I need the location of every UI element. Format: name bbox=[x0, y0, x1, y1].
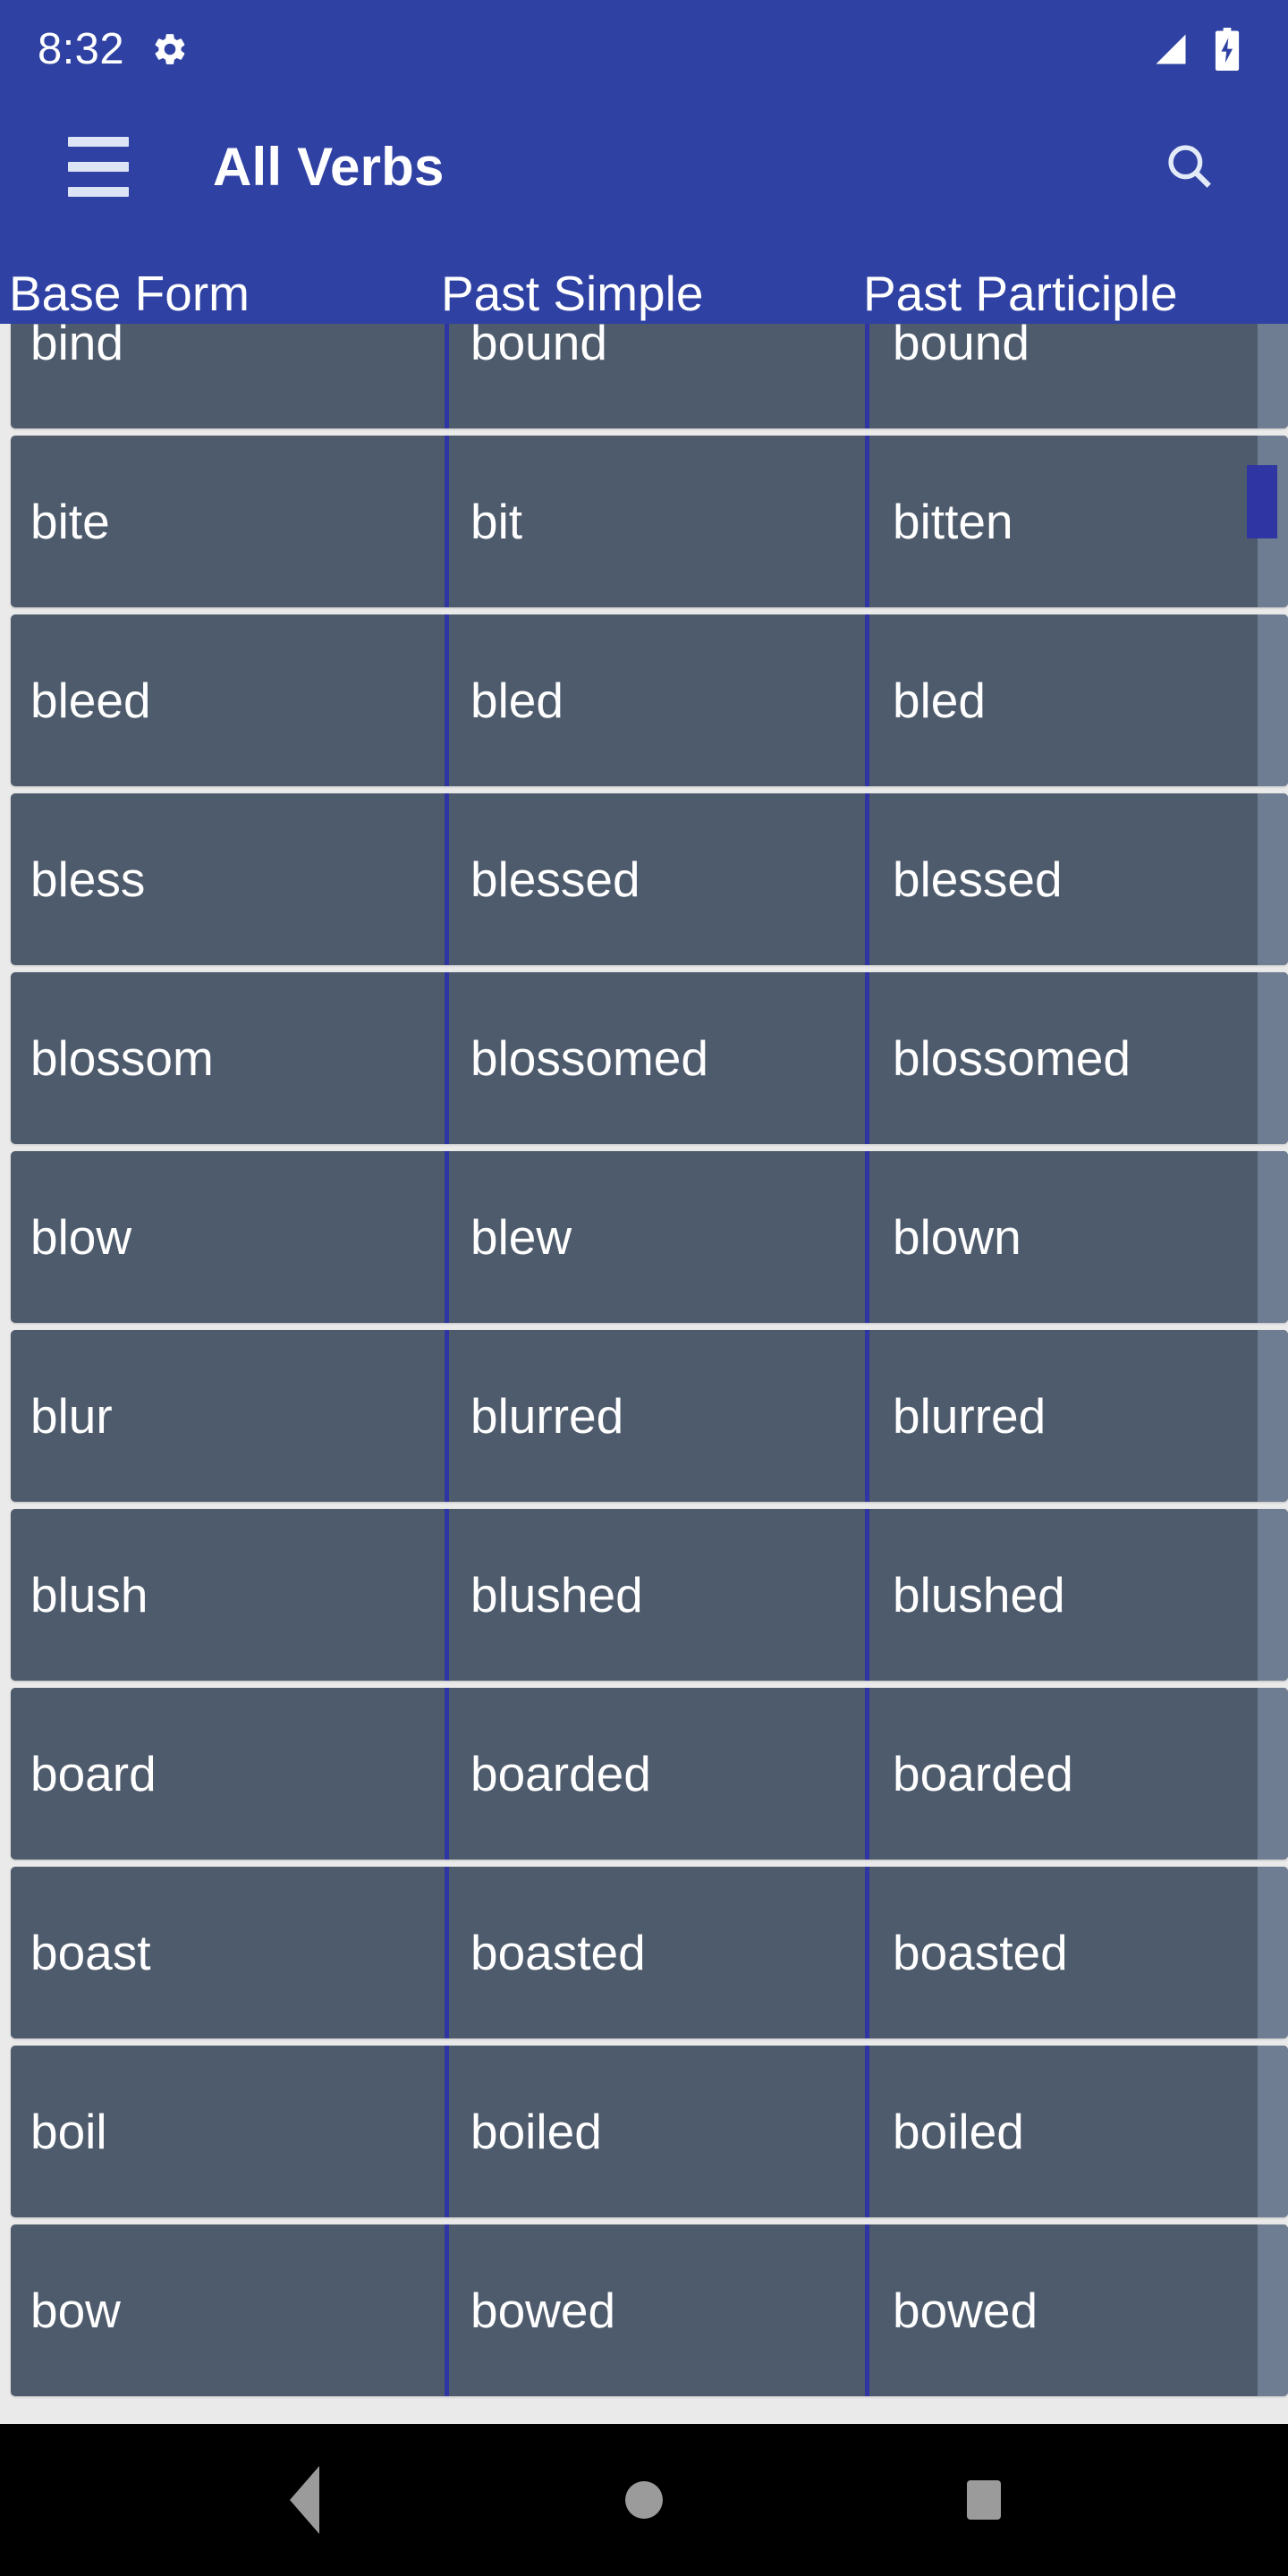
table-cell: boarded bbox=[445, 1688, 865, 1860]
scrollbar-track[interactable] bbox=[1258, 1330, 1288, 1502]
recents-square-icon bbox=[967, 2480, 1001, 2520]
signal-triangle-icon bbox=[1150, 30, 1191, 69]
nav-recents-button[interactable] bbox=[917, 2433, 1051, 2567]
table-cell: bowed bbox=[445, 2224, 865, 2396]
table-row[interactable]: blur blurred blurred bbox=[11, 1330, 1288, 1502]
table-cell: blurred bbox=[445, 1330, 865, 1502]
back-triangle-icon bbox=[289, 2466, 319, 2534]
hamburger-menu-icon[interactable] bbox=[54, 122, 143, 211]
table-cell: bled bbox=[445, 614, 865, 786]
table-row[interactable]: blossom blossomed blossomed bbox=[11, 972, 1288, 1144]
table-cell: bow bbox=[30, 2282, 121, 2338]
scrollbar-track[interactable] bbox=[1258, 2046, 1288, 2217]
table-column-header: Base Form Past Simple Past Participle bbox=[0, 234, 1288, 324]
scrollbar-track[interactable] bbox=[1258, 793, 1288, 965]
table-cell: boarded bbox=[865, 1688, 1264, 1860]
table-cell: bound bbox=[445, 324, 865, 428]
table-row[interactable]: bleed bled bled bbox=[11, 614, 1288, 786]
table-row[interactable]: blow blew blown bbox=[11, 1151, 1288, 1323]
search-button[interactable] bbox=[1147, 123, 1233, 209]
scrollbar-track[interactable] bbox=[1258, 1509, 1288, 1681]
nav-home-button[interactable] bbox=[577, 2433, 711, 2567]
table-cell: boiled bbox=[865, 2046, 1264, 2217]
table-row[interactable]: boil boiled boiled bbox=[11, 2046, 1288, 2217]
nav-back-button[interactable] bbox=[237, 2433, 371, 2567]
app-toolbar: All Verbs bbox=[0, 98, 1288, 234]
app-screen: 8:32 All Verbs Base Form Past Simple Pas… bbox=[0, 0, 1288, 2576]
table-cell: boast bbox=[30, 1924, 151, 1980]
column-header-base-form: Base Form bbox=[9, 266, 250, 321]
table-cell: bowed bbox=[865, 2224, 1264, 2396]
table-row[interactable]: bind bound bound bbox=[11, 324, 1288, 428]
table-cell: blossom bbox=[30, 1030, 214, 1086]
verb-table-rows: bind bound bound bite bit bitten bleed bled bled… bbox=[0, 324, 1288, 2403]
column-header-past-participle: Past Participle bbox=[863, 266, 1178, 321]
table-cell: boasted bbox=[445, 1867, 865, 2038]
table-cell: bleed bbox=[30, 672, 151, 728]
table-cell: boil bbox=[30, 2103, 107, 2159]
table-cell: blushed bbox=[445, 1509, 865, 1681]
battery-charging-icon bbox=[1213, 28, 1241, 71]
table-cell: bless bbox=[30, 851, 146, 907]
table-cell: bite bbox=[30, 493, 110, 549]
table-row[interactable]: bow bowed bowed bbox=[11, 2224, 1288, 2396]
scrollbar-track[interactable] bbox=[1258, 1867, 1288, 2038]
scrollbar-track[interactable] bbox=[1258, 614, 1288, 786]
table-cell: blur bbox=[30, 1387, 113, 1444]
android-navigation-bar bbox=[0, 2424, 1288, 2576]
table-cell: bitten bbox=[865, 436, 1264, 607]
page-title: All Verbs bbox=[213, 136, 445, 197]
table-cell: bound bbox=[865, 324, 1264, 428]
search-icon bbox=[1162, 139, 1217, 194]
table-cell: blush bbox=[30, 1566, 148, 1623]
table-cell: blew bbox=[445, 1151, 865, 1323]
status-bar-left: 8:32 bbox=[38, 24, 189, 73]
hamburger-bar bbox=[68, 161, 129, 172]
hamburger-bar bbox=[68, 186, 129, 197]
status-bar: 8:32 bbox=[0, 0, 1288, 98]
verb-table[interactable]: bind bound bound bite bit bitten bleed bled bled… bbox=[0, 324, 1288, 2424]
table-cell: boasted bbox=[865, 1867, 1264, 2038]
table-cell: bit bbox=[445, 436, 865, 607]
scrollbar-track[interactable] bbox=[1258, 1151, 1288, 1323]
scrollbar-track[interactable] bbox=[1258, 972, 1288, 1144]
hamburger-bar bbox=[68, 136, 129, 147]
table-cell: blurred bbox=[865, 1330, 1264, 1502]
table-cell: blessed bbox=[865, 793, 1264, 965]
table-cell: blow bbox=[30, 1208, 132, 1265]
table-cell: blushed bbox=[865, 1509, 1264, 1681]
home-circle-icon bbox=[625, 2481, 663, 2519]
status-clock: 8:32 bbox=[38, 24, 124, 73]
table-cell: blown bbox=[865, 1151, 1264, 1323]
scrollbar-track[interactable] bbox=[1258, 324, 1288, 428]
gear-icon bbox=[151, 30, 189, 68]
table-row[interactable]: bless blessed blessed bbox=[11, 793, 1288, 965]
table-cell: boiled bbox=[445, 2046, 865, 2217]
table-cell: blessed bbox=[445, 793, 865, 965]
table-row[interactable]: bite bit bitten bbox=[11, 436, 1288, 607]
table-cell: bled bbox=[865, 614, 1264, 786]
table-row[interactable]: blush blushed blushed bbox=[11, 1509, 1288, 1681]
table-cell: blossomed bbox=[865, 972, 1264, 1144]
scrollbar-track[interactable] bbox=[1258, 1688, 1288, 1860]
table-row[interactable]: boast boasted boasted bbox=[11, 1867, 1288, 2038]
table-row[interactable]: board boarded boarded bbox=[11, 1688, 1288, 1860]
table-cell: blossomed bbox=[445, 972, 865, 1144]
column-header-past-simple: Past Simple bbox=[441, 266, 704, 321]
status-bar-right bbox=[1150, 28, 1250, 71]
vertical-scrollbar-thumb[interactable] bbox=[1247, 465, 1277, 538]
scrollbar-track[interactable] bbox=[1258, 2224, 1288, 2396]
table-cell: bind bbox=[30, 324, 123, 370]
table-cell: board bbox=[30, 1745, 157, 1801]
